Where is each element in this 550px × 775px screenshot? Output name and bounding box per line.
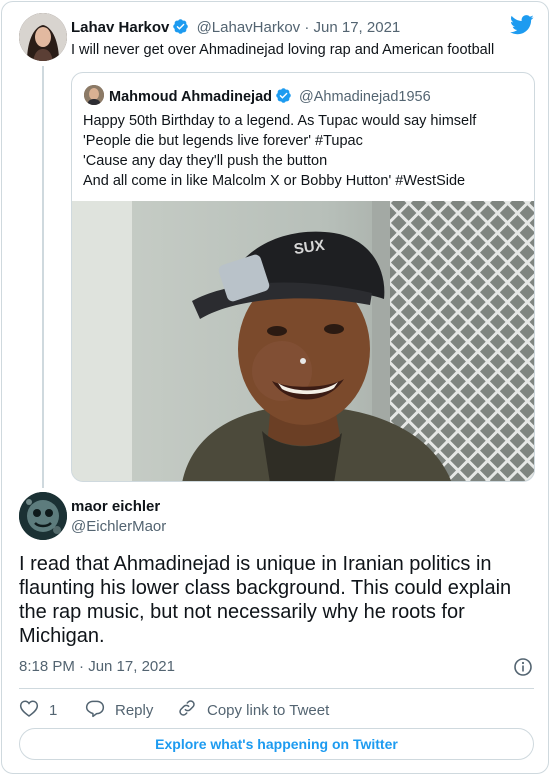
text-line: 'Cause any day they'll push the button — [83, 153, 328, 169]
quoted-tweet-text: Happy 50th Birthday to a legend. As Tupa… — [83, 111, 476, 191]
info-icon[interactable] — [513, 657, 533, 682]
author-handle[interactable]: @LahavHarkov — [197, 19, 301, 36]
author-name[interactable]: maor eichler — [71, 498, 160, 515]
parent-tweet-header: Lahav Harkov @LahavHarkov · Jun 17, 2021 — [71, 18, 400, 39]
tweet-photo[interactable]: SUX — [72, 201, 534, 481]
embedded-tweet-card: Lahav Harkov @LahavHarkov · Jun 17, 2021… — [1, 1, 549, 774]
text-line: the rap music, but not necessarily why h… — [19, 601, 465, 623]
text-line: And all come in like Malcolm X or Bobby … — [83, 173, 466, 189]
twitter-bird-icon[interactable] — [510, 15, 534, 40]
thread-connector-line — [42, 66, 44, 488]
text-line: I read that Ahmadinejad is unique in Ira… — [19, 553, 492, 575]
avatar-photo — [19, 13, 67, 61]
author-name: Mahmoud Ahmadinejad — [109, 89, 272, 105]
explore-twitter-button[interactable]: Explore what's happening on Twitter — [19, 728, 534, 760]
author-handle: @Ahmadinejad1956 — [299, 89, 431, 105]
like-count: 1 — [49, 701, 58, 719]
verified-badge-icon — [275, 87, 292, 108]
quoted-tweet[interactable]: Mahmoud Ahmadinejad @Ahmadinejad1956 Hap… — [71, 72, 535, 482]
tweet-timestamp[interactable]: 8:18 PM · Jun 17, 2021 — [19, 658, 175, 675]
quoted-tweet-header: Mahmoud Ahmadinejad @Ahmadinejad1956 — [109, 87, 431, 108]
text-line: flaunting his lower class background. Th… — [19, 577, 512, 599]
avatar-photo — [84, 85, 104, 105]
avatar[interactable] — [19, 13, 67, 61]
avatar — [84, 85, 104, 105]
divider — [19, 688, 534, 689]
author-name[interactable]: Lahav Harkov — [71, 19, 169, 36]
copy-link-label: Copy link to Tweet — [207, 701, 330, 719]
author-handle[interactable]: @EichlerMaor — [71, 518, 166, 535]
tweet-date[interactable]: · Jun 17, 2021 — [304, 19, 400, 36]
verified-badge-icon — [172, 18, 189, 39]
text-line: Michigan. — [19, 625, 105, 647]
tweet-text: I will never get over Ahmadinejad loving… — [71, 42, 495, 58]
reply-bubble-icon — [85, 698, 115, 722]
avatar-photo — [19, 492, 67, 540]
reply-button[interactable]: Reply — [85, 698, 153, 722]
tweet-text: I read that Ahmadinejad is unique in Ira… — [19, 552, 534, 648]
text-line: 'People die but legends live forever' #T… — [83, 133, 363, 149]
link-icon — [177, 698, 207, 722]
heart-icon — [19, 698, 49, 722]
reply-label: Reply — [115, 701, 154, 719]
text-line: Happy 50th Birthday to a legend. As Tupa… — [83, 113, 477, 129]
avatar[interactable] — [19, 492, 67, 540]
like-button[interactable]: 1 — [19, 698, 57, 722]
copy-link-button[interactable]: Copy link to Tweet — [177, 698, 329, 722]
